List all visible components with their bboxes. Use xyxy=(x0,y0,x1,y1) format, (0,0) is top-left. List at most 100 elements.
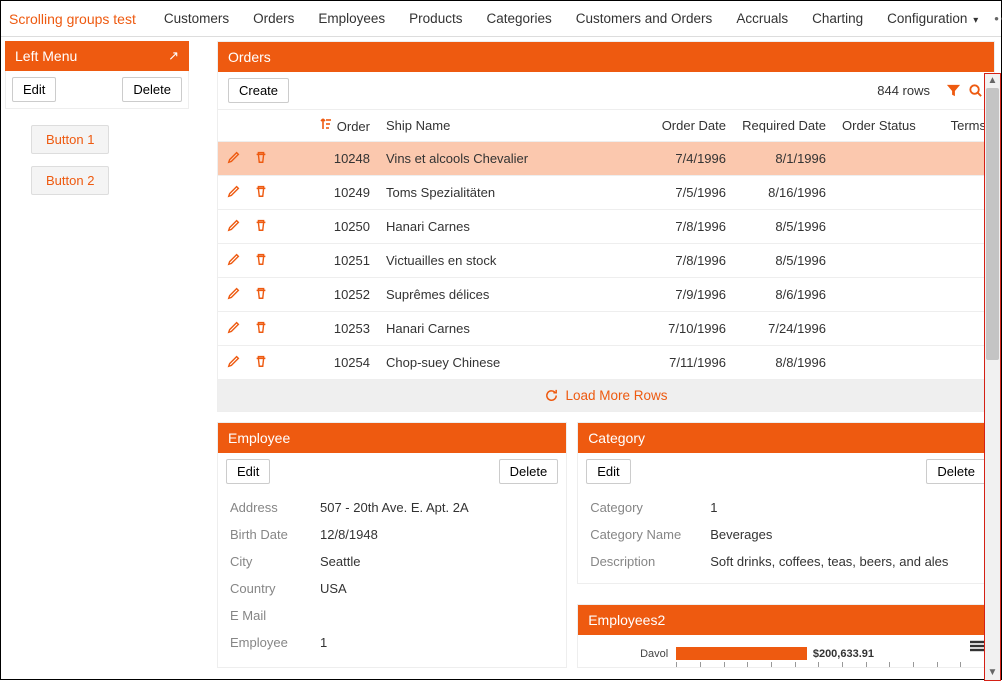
chart-series-label: Davol xyxy=(588,648,668,660)
cell-orderdate: 7/5/1996 xyxy=(634,176,734,210)
cell-status xyxy=(834,346,934,380)
employee-edit-button[interactable]: Edit xyxy=(226,459,270,484)
search-icon[interactable] xyxy=(966,82,984,100)
col-orderdate[interactable]: Order Date xyxy=(634,110,734,142)
cell-status xyxy=(834,176,934,210)
form-row: Birth Date12/8/1948 xyxy=(230,521,554,548)
cell-orderdate: 7/8/1996 xyxy=(634,210,734,244)
cell-shipname: Victuailles en stock xyxy=(378,244,634,278)
cell-reqdate: 8/5/1996 xyxy=(734,244,834,278)
employee-form: Address507 - 20th Ave. E. Apt. 2ABirth D… xyxy=(218,490,566,664)
category-form: Category1Category NameBeveragesDescripti… xyxy=(578,490,994,583)
delete-row-icon[interactable] xyxy=(253,184,269,201)
scroll-up-icon[interactable]: ▲ xyxy=(988,76,998,86)
cell-orderdate: 7/9/1996 xyxy=(634,278,734,312)
form-value: Seattle xyxy=(320,554,554,569)
delete-row-icon[interactable] xyxy=(253,354,269,371)
cell-reqdate: 7/24/1996 xyxy=(734,312,834,346)
create-button[interactable]: Create xyxy=(228,78,289,103)
nav-customers-orders[interactable]: Customers and Orders xyxy=(564,3,725,34)
edit-row-icon[interactable] xyxy=(226,252,242,269)
category-delete-button[interactable]: Delete xyxy=(926,459,986,484)
col-order[interactable]: Order xyxy=(288,110,378,142)
left-menu-title: Left Menu xyxy=(15,48,77,64)
nav-products[interactable]: Products xyxy=(397,3,474,34)
edit-row-icon[interactable] xyxy=(226,184,242,201)
popout-icon[interactable]: ↗ xyxy=(168,48,179,64)
cell-status xyxy=(834,278,934,312)
form-row: E Mail xyxy=(230,602,554,629)
nav-charting[interactable]: Charting xyxy=(800,3,875,34)
filter-icon[interactable] xyxy=(944,82,962,100)
vertical-scrollbar[interactable]: ▲ ▼ xyxy=(984,73,1001,681)
nav-configuration[interactable]: Configuration ▾ xyxy=(875,3,990,34)
edit-row-icon[interactable] xyxy=(226,320,242,337)
left-delete-button[interactable]: Delete xyxy=(122,77,182,102)
cell-status xyxy=(834,142,934,176)
nav-accruals[interactable]: Accruals xyxy=(724,3,800,34)
edit-row-icon[interactable] xyxy=(226,354,242,371)
delete-row-icon[interactable] xyxy=(253,286,269,303)
edit-row-icon[interactable] xyxy=(226,218,242,235)
col-status[interactable]: Order Status xyxy=(834,110,934,142)
table-row[interactable]: 10248Vins et alcools Chevalier7/4/19968/… xyxy=(218,142,994,176)
content-area: Orders Create 844 rows Order Ship Name xyxy=(189,37,1001,681)
nav-customers[interactable]: Customers xyxy=(152,3,241,34)
button-2[interactable]: Button 2 xyxy=(31,166,109,195)
table-row[interactable]: 10251Victuailles en stock7/8/19968/5/199… xyxy=(218,244,994,278)
cell-status xyxy=(834,312,934,346)
cell-shipname: Hanari Carnes xyxy=(378,312,634,346)
chart-value-label: $200,633.91 xyxy=(813,648,874,660)
employee-header: Employee xyxy=(218,423,566,453)
cell-order: 10252 xyxy=(288,278,378,312)
refresh-icon xyxy=(544,388,559,403)
cell-shipname: Chop-suey Chinese xyxy=(378,346,634,380)
cell-reqdate: 8/1/1996 xyxy=(734,142,834,176)
employees2-header: Employees2 xyxy=(578,605,994,635)
nav-orders[interactable]: Orders xyxy=(241,3,306,34)
scroll-thumb[interactable] xyxy=(986,88,999,360)
cell-reqdate: 8/5/1996 xyxy=(734,210,834,244)
left-menu-header: Left Menu ↗ xyxy=(5,41,189,71)
category-edit-button[interactable]: Edit xyxy=(586,459,630,484)
table-row[interactable]: 10253Hanari Carnes7/10/19967/24/1996 xyxy=(218,312,994,346)
form-value: USA xyxy=(320,581,554,596)
cell-status xyxy=(834,210,934,244)
chevron-down-icon: ▾ xyxy=(973,15,978,26)
col-shipname[interactable]: Ship Name xyxy=(378,110,634,142)
edit-row-icon[interactable] xyxy=(226,150,242,167)
cell-order: 10251 xyxy=(288,244,378,278)
delete-row-icon[interactable] xyxy=(253,218,269,235)
form-row: CitySeattle xyxy=(230,548,554,575)
employee-title: Employee xyxy=(228,430,290,446)
delete-row-icon[interactable] xyxy=(253,150,269,167)
form-value: 1 xyxy=(710,500,982,515)
left-edit-button[interactable]: Edit xyxy=(12,77,56,102)
cell-shipname: Hanari Carnes xyxy=(378,210,634,244)
nav-overflow[interactable]: ••• xyxy=(990,11,1002,26)
employee-delete-button[interactable]: Delete xyxy=(499,459,559,484)
scroll-down-icon[interactable]: ▼ xyxy=(988,668,998,678)
table-row[interactable]: 10252Suprêmes délices7/9/19968/6/1996 xyxy=(218,278,994,312)
delete-row-icon[interactable] xyxy=(253,320,269,337)
nav-menu: Customers Orders Employees Products Cate… xyxy=(152,3,1002,34)
form-row: Category1 xyxy=(590,494,982,521)
table-row[interactable]: 10249Toms Spezialitäten7/5/19968/16/1996 xyxy=(218,176,994,210)
cell-reqdate: 8/8/1996 xyxy=(734,346,834,380)
form-value: 1 xyxy=(320,635,554,650)
cell-order: 10248 xyxy=(288,142,378,176)
delete-row-icon[interactable] xyxy=(253,252,269,269)
table-row[interactable]: 10254Chop-suey Chinese7/11/19968/8/1996 xyxy=(218,346,994,380)
category-toolbar: Edit Delete xyxy=(578,453,994,490)
orders-panel: Orders Create 844 rows Order Ship Name xyxy=(217,41,995,412)
nav-categories[interactable]: Categories xyxy=(474,3,563,34)
load-more-button[interactable]: Load More Rows xyxy=(218,380,994,411)
table-row[interactable]: 10250Hanari Carnes7/8/19968/5/1996 xyxy=(218,210,994,244)
form-row: Address507 - 20th Ave. E. Apt. 2A xyxy=(230,494,554,521)
form-row: CountryUSA xyxy=(230,575,554,602)
button-1[interactable]: Button 1 xyxy=(31,125,109,154)
employees2-title: Employees2 xyxy=(588,612,665,628)
nav-employees[interactable]: Employees xyxy=(306,3,397,34)
col-reqdate[interactable]: Required Date xyxy=(734,110,834,142)
edit-row-icon[interactable] xyxy=(226,286,242,303)
